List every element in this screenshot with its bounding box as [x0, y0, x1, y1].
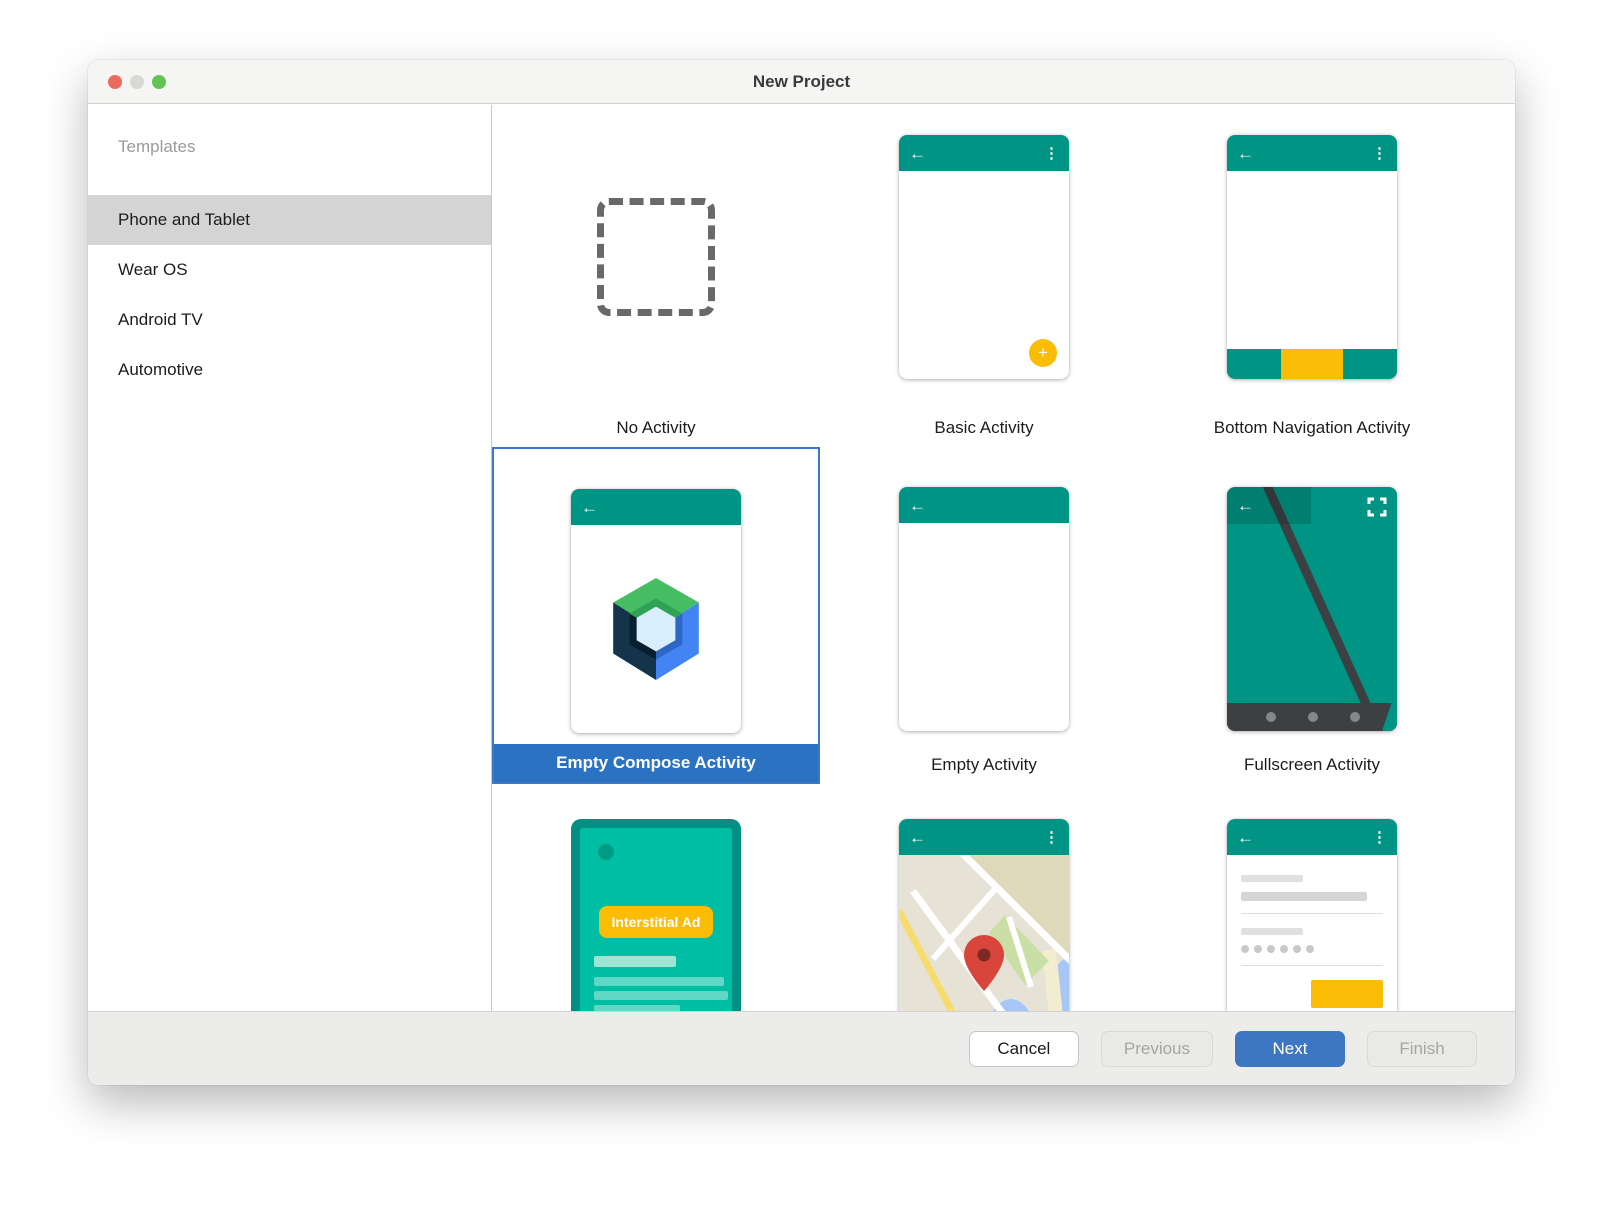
app-bar: ←	[571, 489, 741, 525]
template-cell-empty-activity[interactable]: ← Empty Activity	[820, 447, 1148, 784]
maps-thumbnail: ← ⋮	[899, 819, 1069, 1011]
sidebar-item-wear-os[interactable]: Wear OS	[88, 245, 491, 295]
placeholder-label	[1241, 928, 1303, 935]
template-label: Basic Activity	[820, 418, 1148, 438]
app-bar: ← ⋮	[1227, 135, 1397, 171]
template-cell-fullscreen-activity[interactable]: ← Fullscreen Activity	[1148, 447, 1476, 784]
close-button[interactable]	[108, 75, 122, 89]
template-cell-login-activity[interactable]: ← ⋮	[1148, 784, 1476, 1011]
map-graphic	[899, 855, 1069, 1011]
template-cell-empty-compose-activity[interactable]: ←	[492, 447, 820, 784]
sidebar-list: Phone and Tablet Wear OS Android TV Auto…	[88, 195, 491, 395]
template-label: Bottom Navigation Activity	[1148, 418, 1476, 438]
footer-bar: Cancel Previous Next Finish	[88, 1011, 1515, 1085]
template-label: Fullscreen Activity	[1148, 755, 1476, 775]
back-arrow-icon: ←	[1237, 496, 1254, 516]
template-cell-interstitial-ad[interactable]: Interstitial Ad	[492, 784, 820, 1011]
app-bar: ←	[899, 487, 1069, 523]
fullscreen-icon	[1367, 497, 1387, 517]
fullscreen-thumbnail: ←	[1227, 487, 1397, 731]
no-activity-thumbnail	[571, 135, 741, 379]
finish-button[interactable]: Finish	[1367, 1031, 1477, 1067]
login-thumbnail: ← ⋮	[1227, 819, 1397, 1011]
back-arrow-icon: ←	[909, 145, 926, 162]
kebab-menu-icon: ⋮	[1372, 830, 1387, 845]
template-cell-basic-activity[interactable]: ← ⋮ + Basic Activity	[820, 105, 1148, 447]
app-bar: ← ⋮	[899, 819, 1069, 855]
nav-segment	[1227, 349, 1281, 379]
placeholder-line	[594, 956, 676, 967]
jetpack-compose-logo-icon	[605, 576, 707, 682]
placeholder-line	[594, 977, 724, 986]
previous-button[interactable]: Previous	[1101, 1031, 1213, 1067]
divider	[1241, 965, 1383, 966]
avatar-circle	[598, 844, 614, 860]
divider	[1241, 913, 1383, 914]
app-bar: ← ⋮	[899, 135, 1069, 171]
back-arrow-icon: ←	[1237, 145, 1254, 162]
main-area: Templates Phone and Tablet Wear OS Andro…	[88, 105, 1515, 1011]
titlebar: New Project	[88, 60, 1515, 104]
app-bar: ← ⋮	[1227, 819, 1397, 855]
login-form	[1227, 855, 1397, 1008]
dashed-square-icon	[597, 198, 715, 316]
kebab-menu-icon: ⋮	[1044, 146, 1059, 161]
placeholder-label	[1241, 875, 1303, 882]
template-cell-bottom-navigation-activity[interactable]: ← ⋮ Bottom Navigation Activity	[1148, 105, 1476, 447]
compose-body	[571, 525, 741, 733]
template-label: No Activity	[492, 418, 820, 438]
ad-inner-panel: Interstitial Ad	[580, 828, 732, 1011]
template-cell-google-maps-activity[interactable]: ← ⋮	[820, 784, 1148, 1011]
empty-compose-thumbnail: ←	[571, 489, 741, 733]
bottom-nav-bar	[1227, 349, 1397, 379]
basic-activity-thumbnail: ← ⋮ +	[899, 135, 1069, 379]
bottom-navigation-thumbnail: ← ⋮	[1227, 135, 1397, 379]
back-arrow-icon: ←	[1237, 829, 1254, 846]
next-button[interactable]: Next	[1235, 1031, 1345, 1067]
templates-sidebar: Templates Phone and Tablet Wear OS Andro…	[88, 105, 492, 1011]
back-arrow-icon: ←	[581, 499, 598, 516]
new-project-dialog-page: New Project Templates Phone and Tablet W…	[0, 0, 1600, 1205]
selected-template-label: Empty Compose Activity	[494, 744, 818, 782]
traffic-lights	[108, 60, 166, 103]
sidebar-item-phone-and-tablet[interactable]: Phone and Tablet	[88, 195, 491, 245]
empty-activity-thumbnail: ←	[899, 487, 1069, 731]
interstitial-ad-thumbnail: Interstitial Ad	[571, 819, 741, 1011]
sidebar-item-android-tv[interactable]: Android TV	[88, 295, 491, 345]
sidebar-header: Templates	[118, 135, 491, 159]
kebab-menu-icon: ⋮	[1372, 146, 1387, 161]
window-title: New Project	[88, 72, 1515, 92]
interstitial-ad-badge: Interstitial Ad	[599, 906, 713, 938]
minimize-button[interactable]	[130, 75, 144, 89]
nav-segment	[1343, 349, 1397, 379]
back-arrow-icon: ←	[909, 497, 926, 514]
placeholder-line	[594, 991, 728, 1000]
fab-plus-icon: +	[1029, 339, 1057, 367]
sidebar-item-automotive[interactable]: Automotive	[88, 345, 491, 395]
password-dots	[1241, 945, 1383, 953]
template-grid: No Activity ← ⋮ + Basic Activity	[492, 105, 1515, 1011]
template-cell-no-activity[interactable]: No Activity	[492, 105, 820, 447]
new-project-window: New Project Templates Phone and Tablet W…	[88, 60, 1515, 1085]
cancel-button[interactable]: Cancel	[969, 1031, 1079, 1067]
nav-segment-active	[1281, 349, 1342, 379]
zoom-button[interactable]	[152, 75, 166, 89]
back-arrow-icon: ←	[909, 829, 926, 846]
placeholder-input	[1241, 892, 1367, 901]
kebab-menu-icon: ⋮	[1044, 830, 1059, 845]
template-label: Empty Activity	[820, 755, 1148, 775]
placeholder-button	[1311, 980, 1383, 1008]
